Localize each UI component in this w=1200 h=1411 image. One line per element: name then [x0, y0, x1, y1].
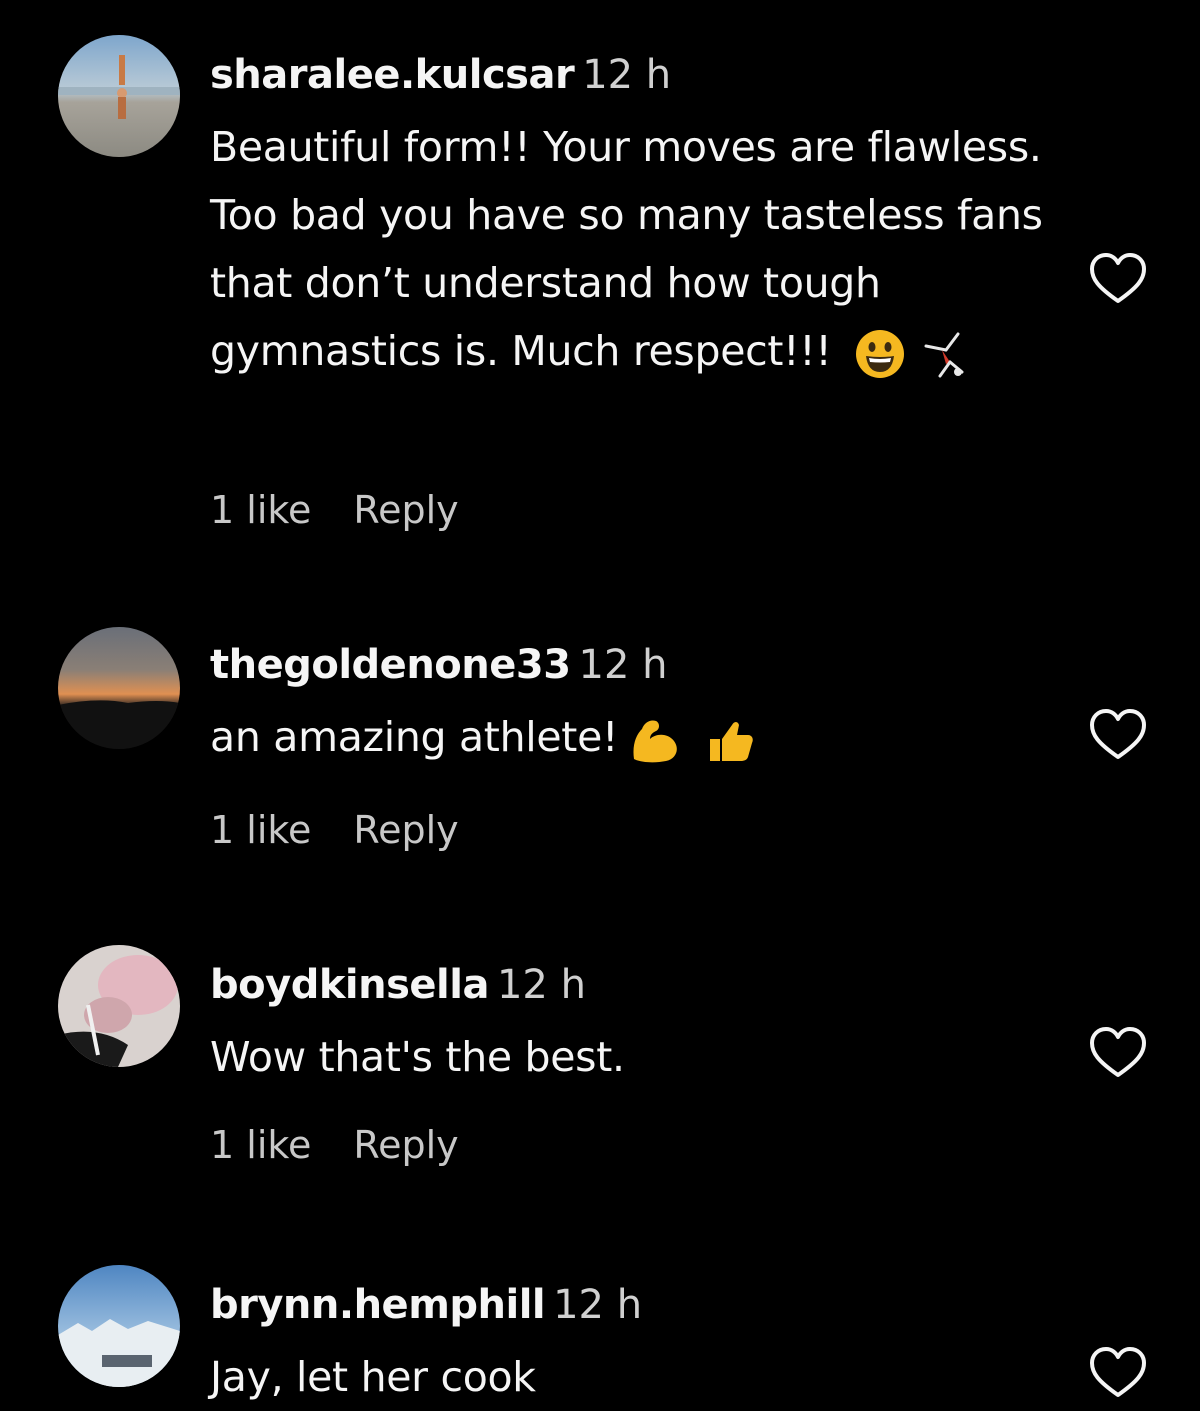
timestamp: 12 h [578, 642, 668, 688]
avatar[interactable] [58, 35, 180, 157]
comment-text: Jay, let her cook [210, 1343, 1060, 1411]
like-count[interactable]: 1 like [210, 488, 311, 532]
comment-text-content: Jay, let her cook [210, 1353, 536, 1401]
username[interactable]: boydkinsella [210, 962, 489, 1008]
reply-button[interactable]: Reply [353, 1123, 458, 1167]
heart-outline-icon[interactable] [1088, 707, 1148, 763]
like-count[interactable]: 1 like [210, 808, 311, 852]
flexed-biceps-emoji [628, 715, 684, 765]
avatar[interactable] [58, 945, 180, 1067]
avatar[interactable] [58, 1265, 180, 1387]
thumbs-up-emoji [706, 715, 756, 765]
timestamp: 12 h [496, 962, 586, 1008]
avatar[interactable] [58, 627, 180, 749]
username[interactable]: brynn.hemphill [210, 1282, 546, 1328]
comment-header: sharalee.kulcsar 12 h [210, 45, 671, 105]
username[interactable]: thegoldenone33 [210, 642, 571, 688]
grinning-face-emoji [854, 328, 906, 380]
comment-actions: 1 like Reply [210, 805, 459, 855]
comment-text-content: Beautiful form!! Your moves are flawless… [210, 123, 1043, 375]
heart-outline-icon[interactable] [1088, 1025, 1148, 1081]
comment-text: an amazing athlete! [210, 703, 1060, 771]
timestamp: 12 h [553, 1282, 643, 1328]
comment-actions: 1 like Reply [210, 1120, 459, 1170]
timestamp: 12 h [582, 52, 672, 98]
comment-text-content: an amazing athlete! [210, 713, 619, 761]
like-count[interactable]: 1 like [210, 1123, 311, 1167]
username[interactable]: sharalee.kulcsar [210, 52, 575, 98]
cartwheel-emoji [920, 328, 972, 380]
reply-button[interactable]: Reply [353, 808, 458, 852]
comment-header: boydkinsella 12 h [210, 955, 586, 1015]
comment-header: brynn.hemphill 12 h [210, 1275, 642, 1335]
comment-actions: 1 like Reply [210, 485, 459, 535]
reply-button[interactable]: Reply [353, 488, 458, 532]
comment-text: Beautiful form!! Your moves are flawless… [210, 113, 1060, 385]
comment-header: thegoldenone33 12 h [210, 635, 668, 695]
heart-outline-icon[interactable] [1088, 1345, 1148, 1401]
comment-text-content: Wow that's the best. [210, 1033, 625, 1081]
heart-outline-icon[interactable] [1088, 251, 1148, 307]
comment-text: Wow that's the best. [210, 1023, 1060, 1091]
